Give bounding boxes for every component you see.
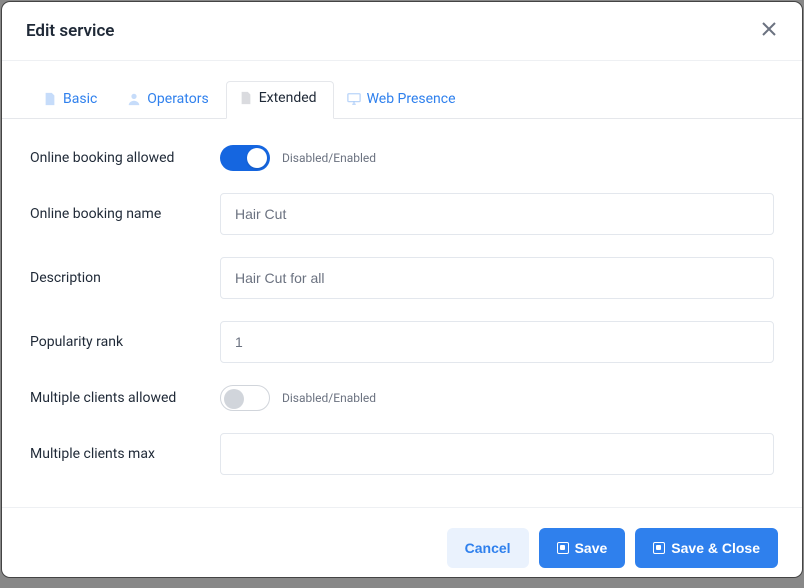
- toggle-multiple-clients-allowed[interactable]: [220, 385, 270, 411]
- label-multiple-clients-allowed: Multiple clients allowed: [30, 390, 220, 406]
- modal-header: Edit service: [2, 2, 802, 61]
- input-online-booking-name[interactable]: [220, 193, 774, 235]
- label-multiple-clients-max: Multiple clients max: [30, 446, 220, 462]
- toggle-online-booking-allowed[interactable]: [220, 145, 270, 171]
- toggle-knob: [247, 148, 267, 168]
- file-icon: [43, 92, 57, 106]
- toggle-knob: [224, 389, 244, 409]
- row-online-booking-allowed: Online booking allowed Disabled/Enabled: [30, 145, 774, 171]
- toggle-hint: Disabled/Enabled: [282, 151, 376, 165]
- row-online-booking-name: Online booking name: [30, 193, 774, 235]
- file-icon: [239, 91, 253, 105]
- tab-bar: Basic Operators Extended Web Presence: [2, 61, 802, 119]
- button-label: Save & Close: [671, 540, 760, 556]
- row-multiple-clients-max: Multiple clients max: [30, 433, 774, 475]
- row-popularity-rank: Popularity rank: [30, 321, 774, 363]
- input-multiple-clients-max[interactable]: [220, 433, 774, 475]
- save-button[interactable]: Save: [539, 528, 626, 568]
- form-area: Online booking allowed Disabled/Enabled …: [2, 119, 802, 507]
- toggle-hint: Disabled/Enabled: [282, 391, 376, 405]
- tab-label: Web Presence: [367, 91, 456, 107]
- modal-title: Edit service: [26, 21, 114, 41]
- save-icon: [557, 542, 569, 554]
- tab-label: Basic: [63, 91, 97, 107]
- close-icon: [762, 22, 776, 36]
- input-description[interactable]: [220, 257, 774, 299]
- label-online-booking-allowed: Online booking allowed: [30, 150, 220, 166]
- tab-label: Operators: [147, 91, 208, 107]
- monitor-icon: [347, 92, 361, 106]
- save-icon: [653, 542, 665, 554]
- label-online-booking-name: Online booking name: [30, 206, 220, 222]
- label-description: Description: [30, 270, 220, 286]
- button-label: Cancel: [465, 540, 511, 556]
- row-multiple-clients-allowed: Multiple clients allowed Disabled/Enable…: [30, 385, 774, 411]
- tab-basic[interactable]: Basic: [30, 81, 114, 119]
- modal-footer: Cancel Save Save & Close: [2, 507, 802, 588]
- input-popularity-rank[interactable]: [220, 321, 774, 363]
- tab-operators[interactable]: Operators: [114, 81, 225, 119]
- close-button[interactable]: [758, 20, 780, 42]
- save-and-close-button[interactable]: Save & Close: [635, 528, 778, 568]
- row-description: Description: [30, 257, 774, 299]
- edit-service-modal: Edit service Basic Operators Extended: [2, 2, 802, 577]
- tab-extended[interactable]: Extended: [226, 81, 334, 119]
- label-popularity-rank: Popularity rank: [30, 334, 220, 350]
- tab-web-presence[interactable]: Web Presence: [334, 81, 473, 119]
- cancel-button[interactable]: Cancel: [447, 528, 529, 568]
- user-icon: [127, 92, 141, 106]
- tab-label: Extended: [259, 90, 317, 106]
- button-label: Save: [575, 540, 608, 556]
